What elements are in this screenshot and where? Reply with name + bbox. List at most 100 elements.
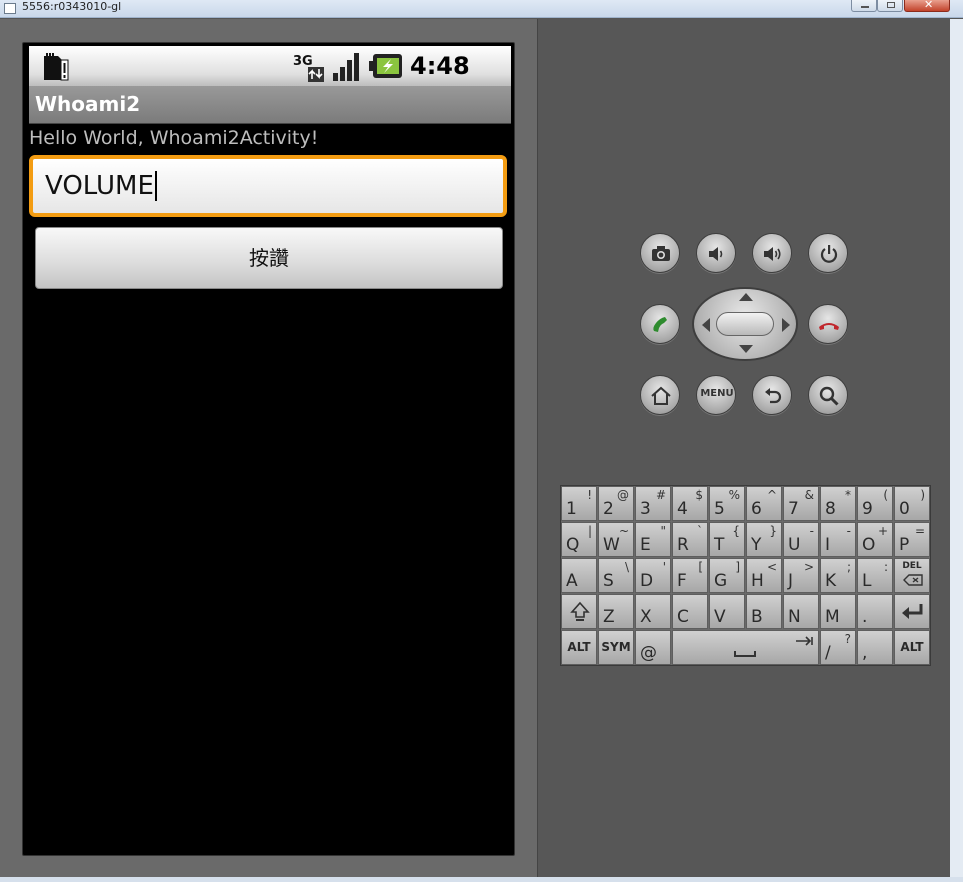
menu-button[interactable]: MENU	[696, 375, 736, 415]
dpad-up-icon[interactable]	[739, 293, 753, 301]
key-7[interactable]: 7 &	[783, 486, 819, 521]
battery-charging-icon	[369, 54, 402, 78]
dpad-left-icon[interactable]	[702, 318, 710, 332]
key-6[interactable]: 6 ^	[746, 486, 782, 521]
key-t[interactable]: T{	[709, 522, 745, 557]
window-edge	[950, 19, 963, 877]
window-title: 5556:r0343010-gl	[22, 0, 122, 13]
signal-strength-icon	[333, 53, 359, 81]
key-h[interactable]: H <	[746, 558, 782, 593]
key-del[interactable]: DEL	[894, 558, 930, 593]
key-w[interactable]: W ~	[598, 522, 634, 557]
camera-icon	[652, 246, 670, 261]
key-c[interactable]: C	[672, 594, 708, 629]
search-icon	[819, 386, 839, 406]
key-a[interactable]: A	[561, 558, 597, 593]
key-m[interactable]: M	[820, 594, 856, 629]
key-space[interactable]	[672, 630, 819, 665]
svg-text:3G: 3G	[293, 54, 313, 69]
space-icon	[734, 651, 756, 657]
key-e[interactable]: E "	[635, 522, 671, 557]
key-5[interactable]: 5%	[709, 486, 745, 521]
dpad[interactable]	[692, 287, 798, 361]
like-button-label: 按讚	[249, 246, 289, 270]
search-button[interactable]	[808, 375, 848, 415]
key-l[interactable]: L:	[857, 558, 893, 593]
key-s[interactable]: S \	[598, 558, 634, 593]
key-f[interactable]: F[	[672, 558, 708, 593]
hardware-keyboard: 1! 2 @ 3 # 4 $ 5% 6 ^ 7 & 8 * 9( 0) Q | W ~ E " R…	[560, 485, 931, 666]
key-comma[interactable]: ,	[857, 630, 893, 665]
volume-up-icon	[764, 247, 781, 261]
key-slash[interactable]: /?	[820, 630, 856, 665]
key-y[interactable]: Y}	[746, 522, 782, 557]
volume-down-icon	[709, 247, 723, 261]
dpad-center-button[interactable]	[716, 312, 774, 336]
camera-button[interactable]	[640, 233, 680, 273]
menu-label: MENU	[700, 388, 734, 399]
key-9[interactable]: 9(	[857, 486, 893, 521]
key-d[interactable]: D '	[635, 558, 671, 593]
key-alt-right[interactable]: ALT	[894, 630, 930, 665]
app-title: Whoami2	[35, 92, 141, 116]
backspace-icon	[903, 574, 923, 586]
volume-up-button[interactable]	[752, 233, 792, 273]
key-g[interactable]: G]	[709, 558, 745, 593]
key-j[interactable]: J >	[783, 558, 819, 593]
key-p[interactable]: P =	[894, 522, 930, 557]
shift-icon	[570, 601, 590, 621]
back-button[interactable]	[752, 375, 792, 415]
volume-down-button[interactable]	[696, 233, 736, 273]
back-icon	[765, 388, 782, 404]
key-n[interactable]: N	[783, 594, 819, 629]
dpad-down-icon[interactable]	[739, 345, 753, 353]
key-k[interactable]: K;	[820, 558, 856, 593]
key-0[interactable]: 0)	[894, 486, 930, 521]
hello-text: Hello World, Whoami2Activity!	[29, 127, 319, 149]
key-3[interactable]: 3 #	[635, 486, 671, 521]
window-edge-bottom	[0, 877, 963, 882]
key-enter[interactable]	[894, 594, 930, 629]
app-icon	[4, 3, 16, 14]
close-button[interactable]: ✕	[904, 0, 950, 12]
power-button[interactable]	[808, 233, 848, 273]
key-u[interactable]: U-	[783, 522, 819, 557]
key-2[interactable]: 2 @	[598, 486, 634, 521]
app-title-bar: Whoami2	[29, 86, 511, 124]
key-period[interactable]: .	[857, 594, 893, 629]
enter-icon	[902, 604, 923, 619]
dpad-right-icon[interactable]	[782, 318, 790, 332]
key-q[interactable]: Q |	[561, 522, 597, 557]
window-titlebar[interactable]: 5556:r0343010-gl ✕	[0, 0, 963, 18]
network-3g-icon: 3G	[293, 54, 324, 82]
key-sym[interactable]: SYM	[598, 630, 634, 665]
text-input[interactable]: VOLUME	[29, 155, 507, 217]
minimize-button[interactable]	[851, 0, 877, 12]
key-8[interactable]: 8 *	[820, 486, 856, 521]
call-button[interactable]	[640, 304, 680, 344]
del-label: DEL	[902, 561, 922, 571]
power-icon	[820, 245, 838, 263]
maximize-button[interactable]	[877, 0, 903, 12]
key-r[interactable]: R `	[672, 522, 708, 557]
key-shift[interactable]	[561, 594, 597, 629]
home-button[interactable]	[640, 375, 680, 415]
call-icon	[653, 317, 667, 332]
end-call-button[interactable]	[808, 304, 848, 344]
home-icon	[651, 386, 671, 405]
key-x[interactable]: X	[635, 594, 671, 629]
key-alt-left[interactable]: ALT	[561, 630, 597, 665]
emulator-window: 5556:r0343010-gl ✕ 3G 4:48 Whoami2 Hello…	[0, 0, 963, 882]
key-b[interactable]: B	[746, 594, 782, 629]
sd-card-warning-icon	[44, 53, 69, 81]
tab-icon	[796, 636, 813, 646]
key-o[interactable]: O +	[857, 522, 893, 557]
controls-panel	[537, 19, 950, 877]
like-button[interactable]: 按讚	[35, 227, 503, 289]
key-1[interactable]: 1!	[561, 486, 597, 521]
key-z[interactable]: Z	[598, 594, 634, 629]
key-v[interactable]: V	[709, 594, 745, 629]
key-at[interactable]: @	[635, 630, 671, 665]
key-4[interactable]: 4 $	[672, 486, 708, 521]
key-i[interactable]: I-	[820, 522, 856, 557]
